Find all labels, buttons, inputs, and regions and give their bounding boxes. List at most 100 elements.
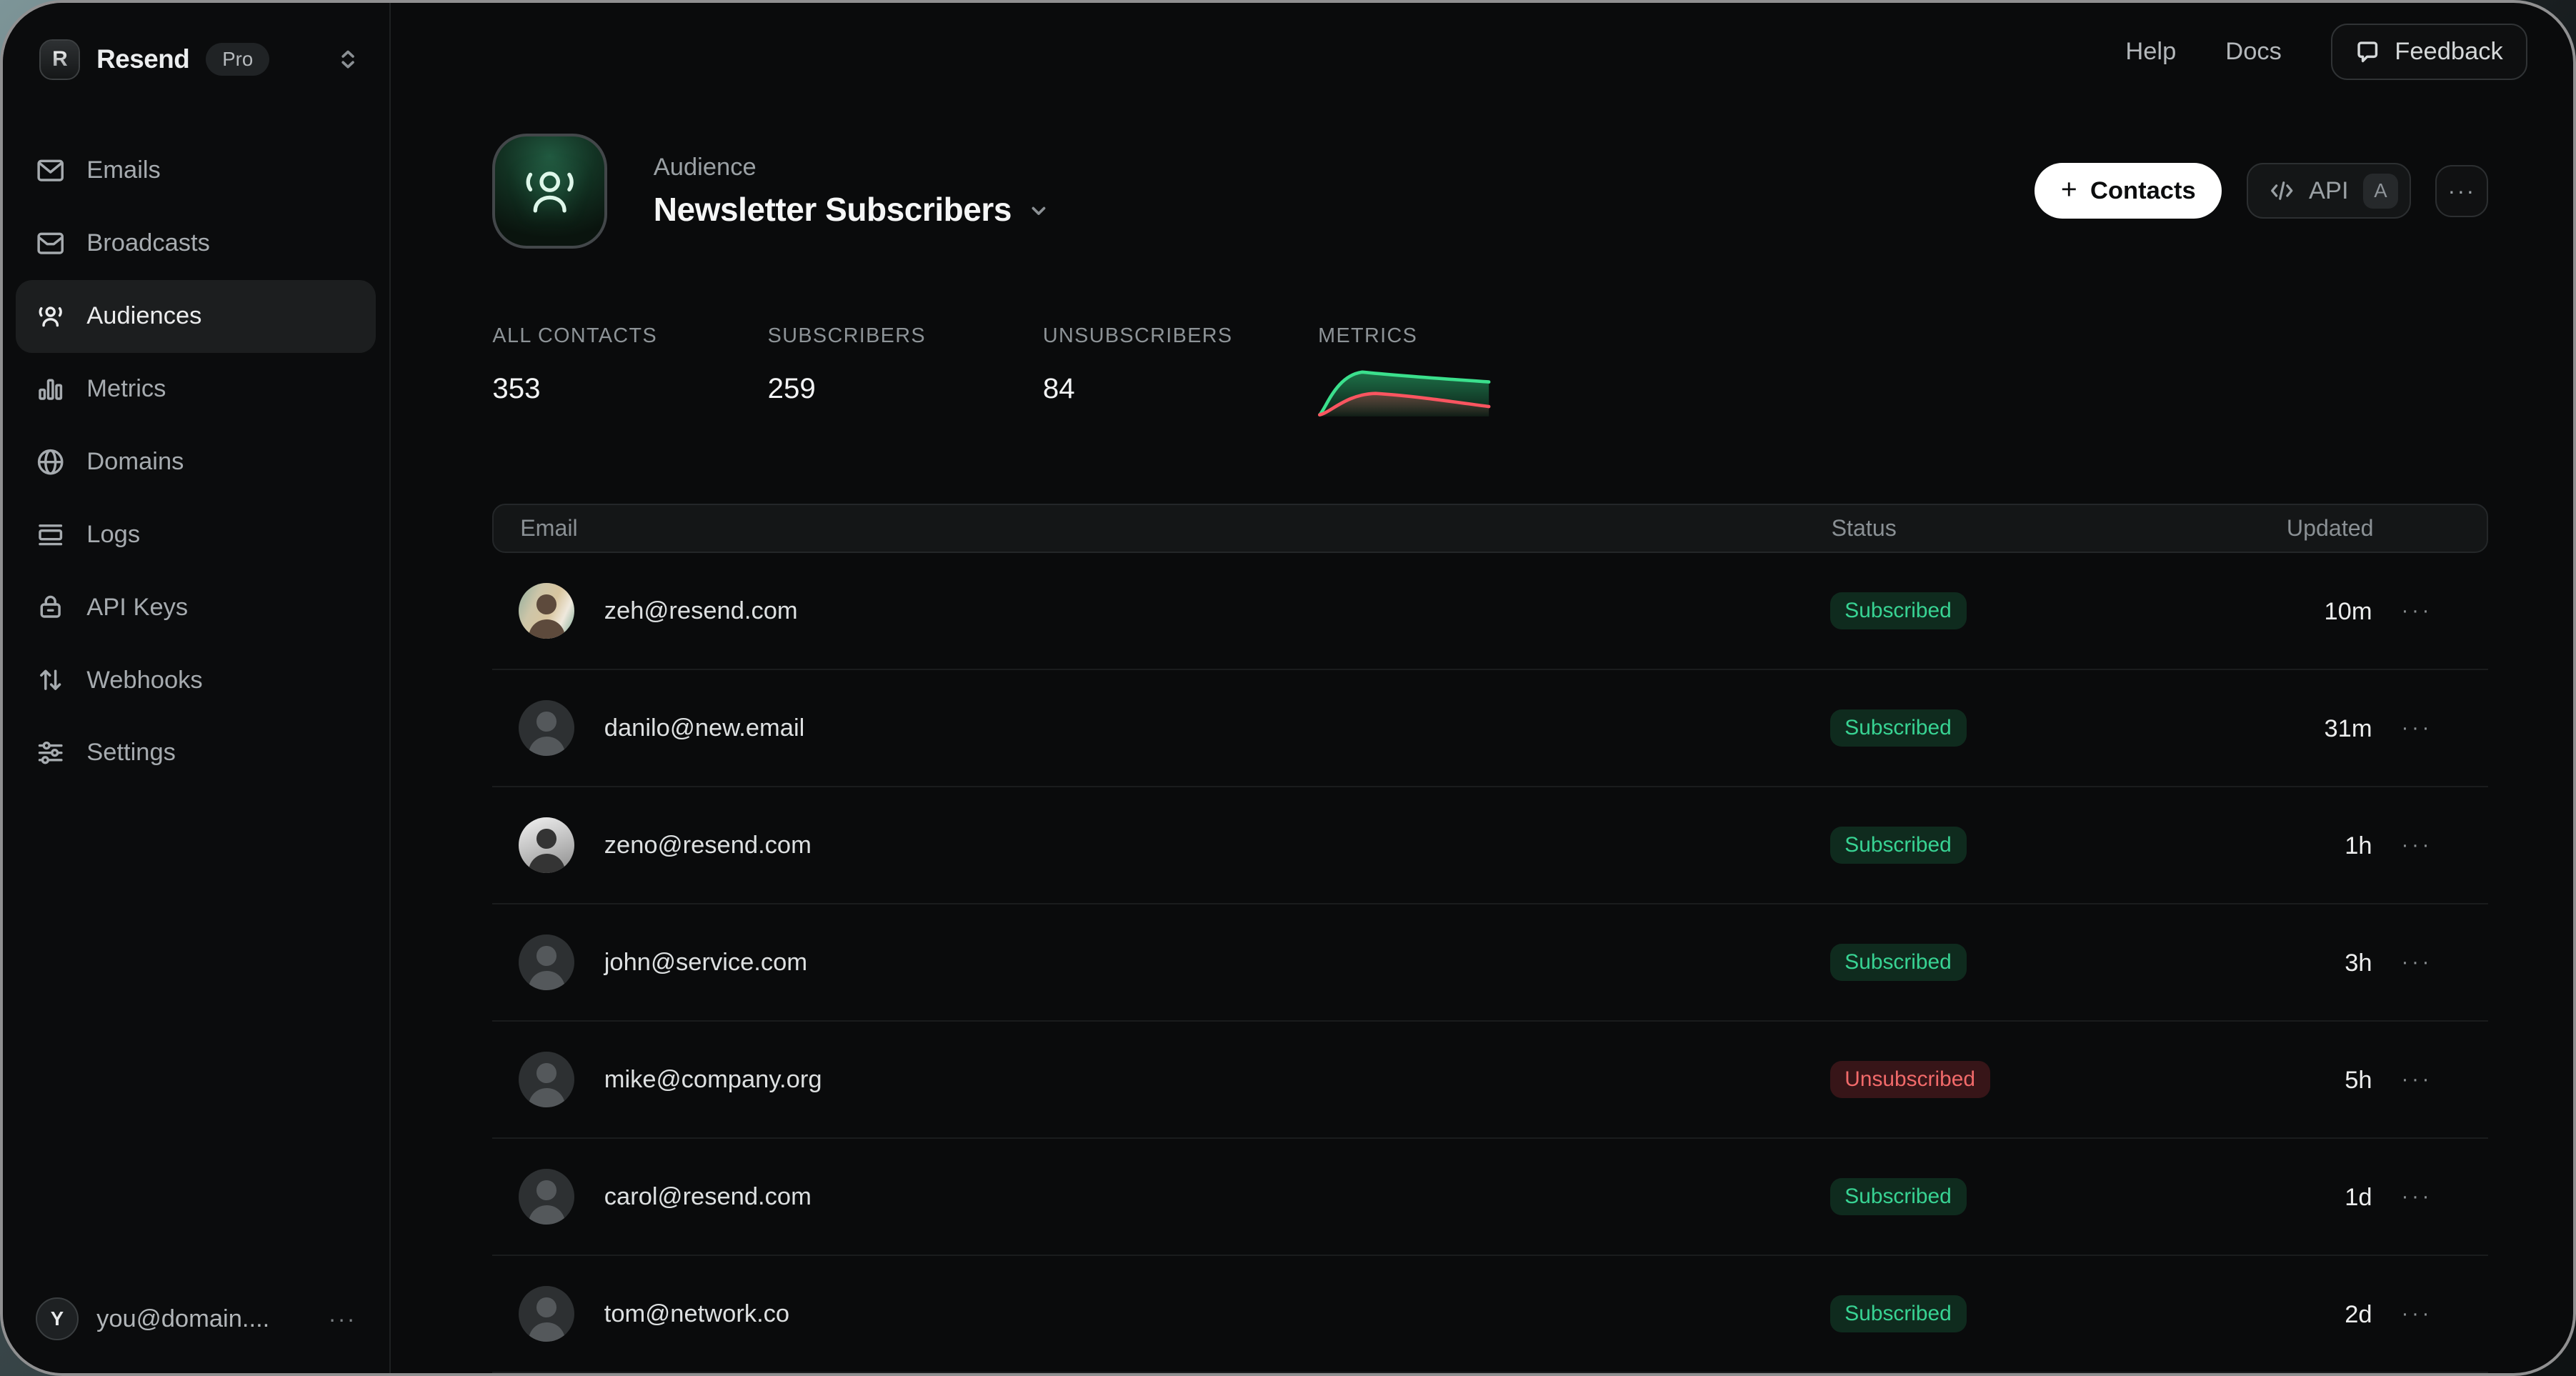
sidebar-item-label: Webhooks (86, 667, 202, 694)
sidebar-item-settings[interactable]: Settings (16, 717, 376, 789)
sidebar-item-emails[interactable]: Emails (16, 134, 376, 207)
main-content: Help Docs Feedback Audience Newsletter S… (391, 3, 2574, 1373)
sidebar-item-domains[interactable]: Domains (16, 425, 376, 498)
people-icon (36, 301, 65, 331)
api-button-label: API (2309, 177, 2349, 205)
row-more-icon[interactable]: ··· (2401, 716, 2432, 740)
user-menu[interactable]: Y you@domain.... ··· (3, 1297, 389, 1373)
code-icon (2270, 180, 2295, 201)
audience-eyebrow: Audience (654, 154, 1049, 181)
stat-metrics: METRICS (1318, 324, 1593, 419)
sidebar-item-label: Audiences (86, 302, 201, 330)
workspace-switcher[interactable]: R Resend Pro (3, 3, 389, 80)
shortcut-key-badge: A (2363, 174, 2397, 208)
row-more-icon[interactable]: ··· (2401, 950, 2432, 974)
resend-logo-icon: R (39, 39, 81, 81)
up-down-arrows-icon (36, 665, 65, 694)
sidebar-item-api-keys[interactable]: API Keys (16, 571, 376, 644)
sidebar-item-logs[interactable]: Logs (16, 498, 376, 571)
contact-avatar (519, 700, 574, 756)
sidebar-spacer (3, 789, 389, 1297)
sidebar-item-audiences[interactable]: Audiences (16, 280, 376, 353)
feedback-label: Feedback (2395, 38, 2503, 66)
updated-time: 5h (2345, 1067, 2372, 1094)
help-link[interactable]: Help (2125, 38, 2176, 66)
bar-chart-icon (36, 374, 65, 404)
stat-value: 84 (1043, 372, 1318, 405)
updated-time: 10m (2324, 598, 2372, 625)
table-row[interactable]: zeno@resend.com Subscribed 1h ··· (492, 787, 2487, 904)
sidebar-item-label: Settings (86, 739, 176, 767)
sliders-icon (36, 738, 65, 767)
stat-label: SUBSCRIBERS (768, 324, 1043, 348)
plus-icon: + (2061, 174, 2077, 206)
table-row[interactable]: mike@company.org Unsubscribed 5h ··· (492, 1022, 2487, 1139)
sidebar-item-label: API Keys (86, 594, 188, 622)
contact-avatar (519, 1052, 574, 1107)
stat-subscribers: SUBSCRIBERS 259 (768, 324, 1043, 419)
table-row[interactable]: zeh@resend.com Subscribed 10m ··· (492, 553, 2487, 670)
stat-label: METRICS (1318, 324, 1593, 348)
people-icon (519, 160, 581, 222)
audience-more-button[interactable]: ··· (2435, 165, 2488, 218)
sidebar-item-label: Logs (86, 521, 140, 549)
audience-title-switcher[interactable]: Newsletter Subscribers (654, 190, 1049, 229)
log-lines-icon (36, 520, 65, 549)
feedback-button[interactable]: Feedback (2331, 24, 2527, 79)
table-row[interactable]: carol@resend.com Subscribed 1d ··· (492, 1139, 2487, 1256)
sidebar-item-metrics[interactable]: Metrics (16, 353, 376, 426)
sidebar-item-broadcasts[interactable]: Broadcasts (16, 207, 376, 280)
chevron-up-down-icon[interactable] (336, 48, 359, 71)
row-more-icon[interactable]: ··· (2401, 1185, 2432, 1209)
column-header-status: Status (1832, 515, 2242, 542)
status-badge: Subscribed (1830, 1178, 1967, 1215)
app-window: R Resend Pro Emails Broadcasts Audiences (0, 0, 2576, 1376)
stat-label: ALL CONTACTS (492, 324, 767, 348)
status-badge: Subscribed (1830, 709, 1967, 747)
globe-icon (36, 447, 65, 477)
row-more-icon[interactable]: ··· (2401, 1302, 2432, 1326)
stats-row: ALL CONTACTS 353 SUBSCRIBERS 259 UNSUBSC… (492, 324, 2487, 419)
table-row[interactable]: tom@network.co Subscribed 2d ··· (492, 1256, 2487, 1373)
contacts-table: Email Status Updated zeh@resend.com Subs… (492, 504, 2487, 1373)
table-row[interactable]: danilo@new.email Subscribed 31m ··· (492, 670, 2487, 787)
status-badge: Subscribed (1830, 1295, 1967, 1332)
contact-avatar (519, 817, 574, 873)
audience-header: Audience Newsletter Subscribers + Contac… (492, 134, 2487, 249)
stat-all-contacts: ALL CONTACTS 353 (492, 324, 767, 419)
table-body: zeh@resend.com Subscribed 10m ··· (492, 553, 2487, 1373)
envelope-icon (36, 156, 65, 185)
audience-actions: + Contacts API A ··· (2035, 163, 2488, 219)
audience-icon (492, 134, 607, 249)
row-more-icon[interactable]: ··· (2401, 833, 2432, 857)
updated-time: 31m (2324, 715, 2372, 742)
stat-value: 353 (492, 372, 767, 405)
status-badge: Subscribed (1830, 944, 1967, 981)
sidebar-item-label: Metrics (86, 375, 166, 403)
status-badge: Subscribed (1830, 827, 1967, 864)
contact-email: john@service.com (604, 949, 807, 977)
user-more-icon[interactable]: ··· (329, 1306, 356, 1332)
sidebar-item-webhooks[interactable]: Webhooks (16, 644, 376, 717)
api-button[interactable]: API A (2247, 163, 2411, 219)
plan-badge: Pro (206, 43, 269, 76)
table-row[interactable]: john@service.com Subscribed 3h ··· (492, 904, 2487, 1022)
workspace-name: Resend (96, 44, 189, 74)
docs-link[interactable]: Docs (2225, 38, 2282, 66)
row-more-icon[interactable]: ··· (2401, 1067, 2432, 1092)
table-header: Email Status Updated (492, 504, 2487, 553)
updated-time: 3h (2345, 949, 2372, 977)
stat-value: 259 (768, 372, 1043, 405)
user-avatar: Y (36, 1297, 79, 1340)
sidebar-nav: Emails Broadcasts Audiences Metrics Doma… (3, 134, 389, 789)
chevron-down-icon[interactable] (1028, 200, 1049, 221)
column-header-email: Email (520, 515, 1831, 542)
status-badge: Subscribed (1830, 592, 1967, 629)
row-more-icon[interactable]: ··· (2401, 599, 2432, 623)
sidebar-item-label: Broadcasts (86, 229, 210, 257)
contact-email: danilo@new.email (604, 714, 805, 742)
contact-email: zeno@resend.com (604, 832, 812, 859)
add-contacts-button[interactable]: + Contacts (2035, 163, 2222, 219)
contact-avatar (519, 1286, 574, 1342)
updated-time: 2d (2345, 1301, 2372, 1328)
